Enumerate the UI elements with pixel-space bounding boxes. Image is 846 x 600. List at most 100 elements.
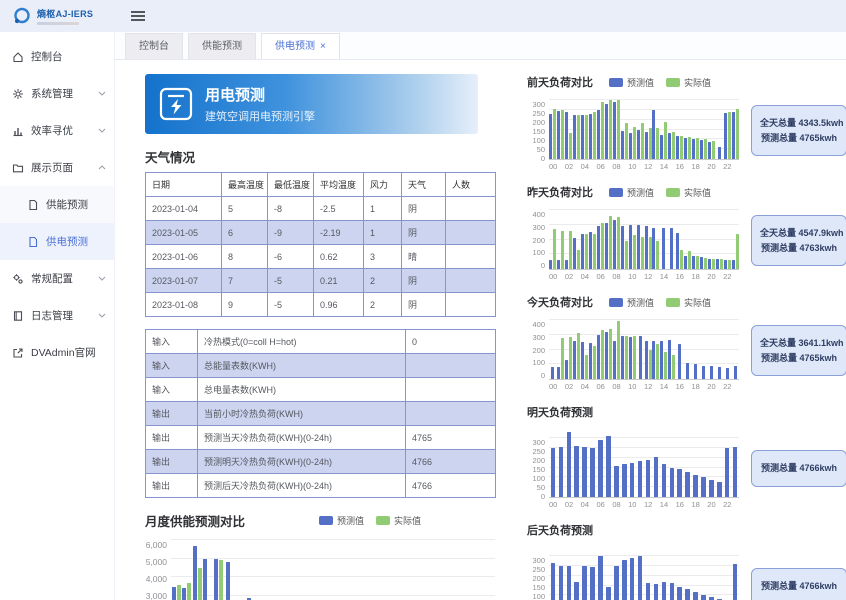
bar-chart-icon: [12, 125, 24, 137]
summary-box: 全天总量 4343.5kwh预测总量 4765kwh: [751, 105, 846, 156]
sidebar-item-dvadmin-site[interactable]: DVAdmin官网: [0, 334, 114, 371]
column-header: 风力: [364, 173, 402, 197]
prev-day-chart-title: 前天负荷对比: [527, 74, 593, 90]
table-cell: 1: [364, 197, 402, 221]
table-cell: 总电量表数(KWH): [198, 378, 406, 402]
tab-power-forecast[interactable]: 供电预测 ×: [261, 33, 340, 59]
chart-legend: 预测值 实际值: [609, 186, 711, 199]
column-header: 平均温度: [314, 173, 364, 197]
sidebar-item-console[interactable]: 控制台: [0, 38, 114, 75]
table-cell: 0.21: [314, 269, 364, 293]
sidebar-item-display-pages[interactable]: 展示页面: [0, 149, 114, 186]
column-header: 人数: [446, 173, 496, 197]
table-cell: 输出: [146, 450, 198, 474]
home-icon: [12, 51, 24, 63]
sidebar-item-efficiency[interactable]: 效率寻优: [0, 112, 114, 149]
folder-icon: [12, 162, 24, 174]
table-cell: -9: [268, 221, 314, 245]
table-cell: 5: [222, 197, 268, 221]
x-axis: 000204060810121416182022: [549, 500, 739, 509]
table-cell: 阴: [402, 221, 446, 245]
tab-close-icon[interactable]: ×: [320, 35, 326, 59]
table-cell: [446, 269, 496, 293]
column-header: 最低温度: [268, 173, 314, 197]
x-axis: 000204060810121416182022: [549, 162, 739, 171]
table-cell: 3: [364, 245, 402, 269]
today-bar-chart: 4003002001000 000204060810121416182022: [527, 320, 739, 391]
prev-day-chart-block: 前天负荷对比 预测值 实际值 300250200150100500 000204…: [527, 74, 836, 171]
table-cell: 预测明天冷热负荷(KWH)(0-24h): [198, 450, 406, 474]
y-axis: 300250200150100500: [527, 438, 549, 498]
table-row: 2023-01-045-8-2.51阴: [146, 197, 496, 221]
menu-toggle-button[interactable]: [131, 10, 145, 22]
table-cell: 阴: [402, 293, 446, 317]
chevron-down-icon: [98, 91, 106, 96]
io-table-body: 输入冷热模式(0=coll H=hot)0输入总能量表数(KWH)输入总电量表数…: [146, 330, 496, 498]
table-cell: 冷热模式(0=coll H=hot): [198, 330, 406, 354]
weather-section-title: 天气情况: [145, 147, 495, 166]
table-cell: 4766: [406, 450, 496, 474]
table-cell: -5: [268, 269, 314, 293]
table-row: 输出预测当天冷热负荷(KWH)(0-24h)4765: [146, 426, 496, 450]
table-row: 2023-01-077-50.212阴: [146, 269, 496, 293]
book-icon: [12, 310, 24, 322]
table-cell: 6: [222, 221, 268, 245]
table-cell: 2023-01-07: [146, 269, 222, 293]
table-row: 输出当前小时冷热负荷(KWH): [146, 402, 496, 426]
logo-title: 熵枢AJ-IERS: [37, 7, 93, 20]
app-logo: 熵枢AJ-IERS: [0, 6, 115, 26]
table-row: 输入总电量表数(KWH): [146, 378, 496, 402]
forecast-banner: 用电预测 建筑空调用电预测引擎: [145, 74, 478, 134]
actual-legend-swatch: [666, 188, 680, 197]
banner-subtitle: 建筑空调用电预测引擎: [205, 108, 315, 124]
today-chart-block: 今天负荷对比 预测值 实际值 4003002001000 00020406081…: [527, 294, 836, 391]
weather-table: 日期最高温度最低温度平均温度风力天气人数 2023-01-045-8-2.51阴…: [145, 172, 496, 317]
actual-legend-swatch: [376, 516, 390, 525]
table-cell: 0.62: [314, 245, 364, 269]
table-cell: 2023-01-04: [146, 197, 222, 221]
yesterday-bar-chart: 4003002001000 000204060810121416182022: [527, 210, 739, 281]
forecast-legend-swatch: [609, 188, 623, 197]
sidebar-item-logs[interactable]: 日志管理: [0, 297, 114, 334]
table-row: 输入总能量表数(KWH): [146, 354, 496, 378]
sidebar-item-config[interactable]: 常规配置: [0, 260, 114, 297]
gear-icon: [12, 88, 24, 100]
summary-box: 全天总量 4547.9kwh预测总量 4763kwh: [751, 215, 846, 266]
tab-console[interactable]: 控制台: [125, 33, 183, 59]
table-cell: [406, 354, 496, 378]
plot-area: [171, 540, 495, 600]
sidebar-subitem-energy-forecast[interactable]: 供能预测: [0, 186, 114, 223]
logo-subtitle: [37, 22, 79, 25]
table-cell: 晴: [402, 245, 446, 269]
app-header: 熵枢AJ-IERS: [0, 0, 846, 32]
tab-energy-forecast[interactable]: 供能预测: [188, 33, 256, 59]
table-cell: 4766: [406, 474, 496, 498]
table-cell: 阴: [402, 197, 446, 221]
chart-legend: 预测值 实际值: [609, 296, 711, 309]
weather-table-body: 2023-01-045-8-2.51阴2023-01-056-9-2.191阴2…: [146, 197, 496, 317]
tomorrow-chart-title: 明天负荷预测: [527, 404, 593, 420]
day-after-chart-title: 后天负荷预测: [527, 522, 593, 538]
table-cell: 2023-01-08: [146, 293, 222, 317]
tab-bar: 控制台 供能预测 供电预测 ×: [115, 32, 846, 60]
table-cell: 总能量表数(KWH): [198, 354, 406, 378]
table-row: 输入冷热模式(0=coll H=hot)0: [146, 330, 496, 354]
chart-legend: 预测值 实际值: [609, 76, 711, 89]
monthly-chart-title: 月度供能预测对比: [145, 511, 245, 530]
table-cell: [446, 245, 496, 269]
table-cell: 输出: [146, 474, 198, 498]
sidebar: 控制台 系统管理 效率寻优 展示页面 供能预测 供电预测: [0, 32, 115, 600]
sidebar-subitem-power-forecast[interactable]: 供电预测: [0, 223, 114, 260]
summary-box: 预测总量 4766kwh: [751, 568, 846, 600]
table-cell: 输出: [146, 426, 198, 450]
monthly-bar-chart: 6,0005,0004,0003,0002,0001,0000 13579111…: [145, 540, 495, 600]
table-cell: 7: [222, 269, 268, 293]
table-cell: 0.96: [314, 293, 364, 317]
sidebar-submenu-display: 供能预测 供电预测: [0, 186, 114, 260]
table-cell: -8: [268, 197, 314, 221]
gears-icon: [12, 273, 24, 285]
forecast-legend-swatch: [609, 78, 623, 87]
plot-area: [549, 210, 739, 270]
table-cell: [446, 293, 496, 317]
sidebar-item-system-mgmt[interactable]: 系统管理: [0, 75, 114, 112]
